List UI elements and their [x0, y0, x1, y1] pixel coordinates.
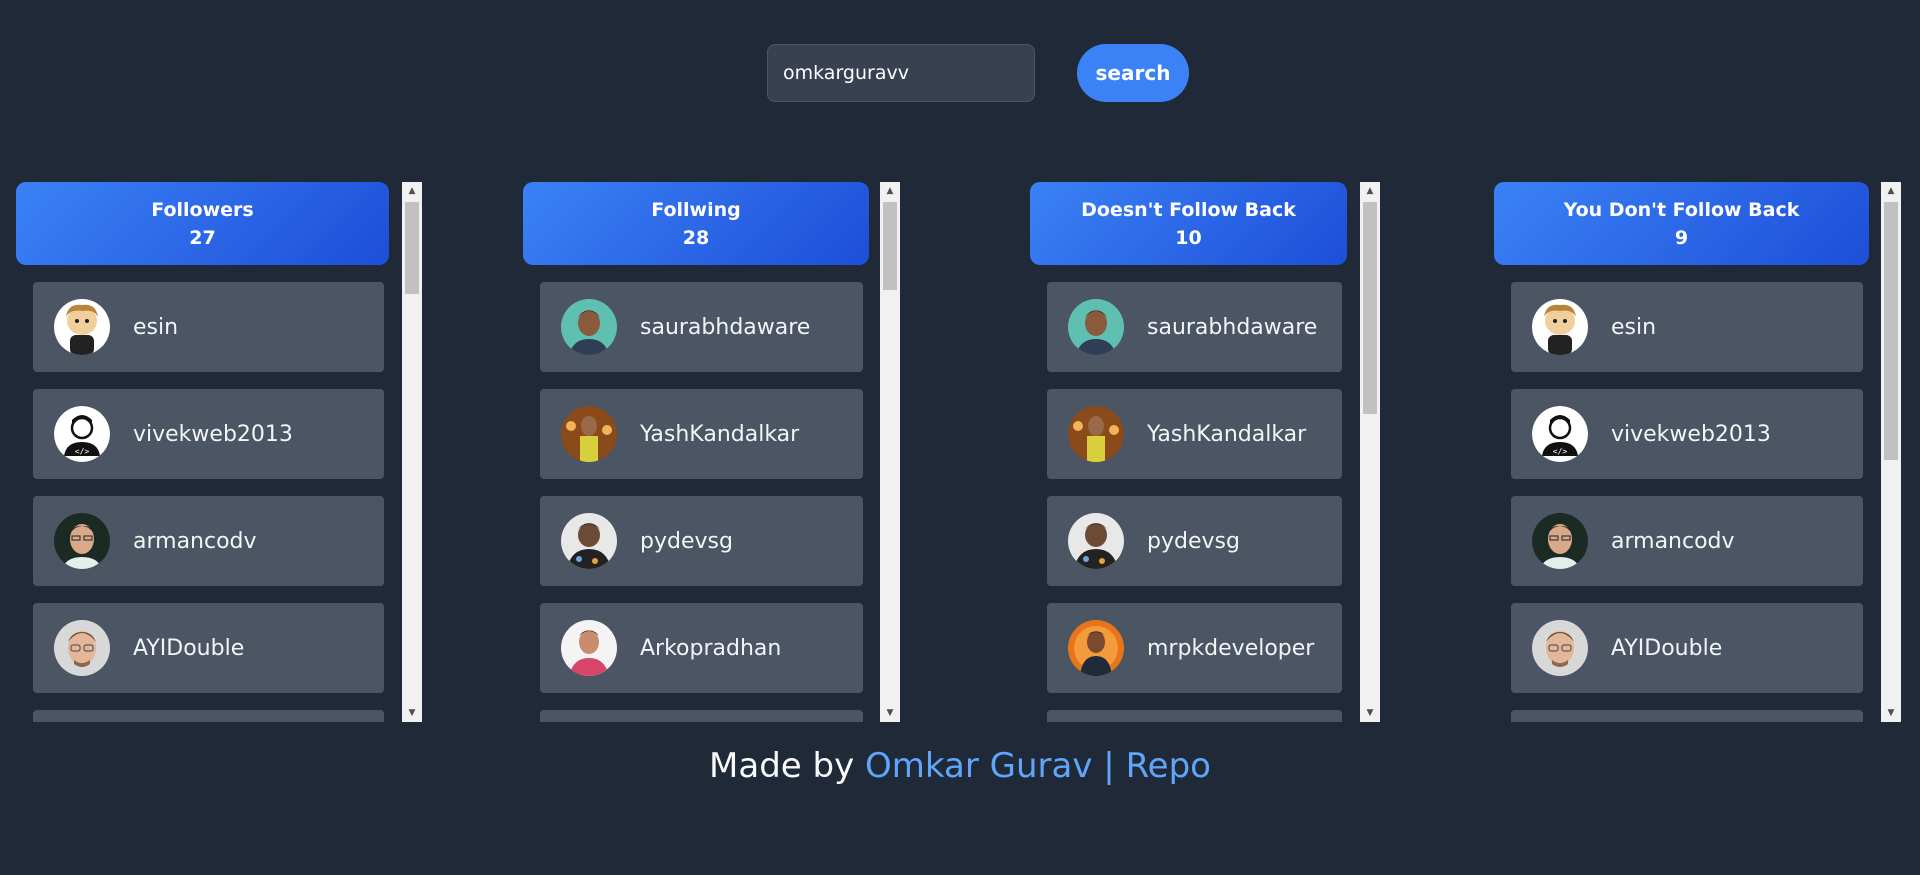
following-scrollbar[interactable]: ▲ ▼ [880, 182, 900, 722]
username: pydevsg [640, 528, 733, 554]
cartoon-avatar-icon [1532, 299, 1588, 355]
list-item[interactable]: YashKandalkar [540, 389, 863, 479]
list-item[interactable]: YashKandalkar [1047, 389, 1342, 479]
scroll-down-icon[interactable]: ▼ [402, 704, 422, 722]
search-input[interactable] [767, 44, 1035, 102]
username: armancodv [133, 528, 257, 554]
footer-prefix: Made by [709, 746, 855, 786]
list-item[interactable]: esin [1511, 282, 1863, 372]
scroll-up-icon[interactable]: ▲ [1881, 182, 1901, 200]
list-item[interactable]: AYIDouble [1511, 603, 1863, 693]
you-dont-follow-back-column: You Don't Follow Back 9 esin </> vivekwe… [1494, 182, 1904, 722]
cartoon-avatar-icon [54, 299, 110, 355]
followers-scrollbar[interactable]: ▲ ▼ [402, 182, 422, 722]
column-title: You Don't Follow Back [1563, 198, 1800, 221]
username: AYIDouble [133, 635, 245, 661]
photo-avatar-icon [1068, 299, 1124, 355]
scroll-down-icon[interactable]: ▼ [1881, 704, 1901, 722]
following-column: Follwing 28 saurabhdaware YashKandalkar … [523, 182, 901, 722]
list-item[interactable]: Arkopradhan [540, 603, 863, 693]
photo-avatar-icon [1532, 513, 1588, 569]
list-item[interactable]: armancodv [1511, 496, 1863, 586]
column-title: Doesn't Follow Back [1081, 198, 1296, 221]
photo-avatar-icon [1532, 620, 1588, 676]
developer-avatar-icon: </> [1532, 406, 1588, 462]
photo-avatar-icon [54, 513, 110, 569]
doesnt-follow-back-list[interactable]: saurabhdaware YashKandalkar pydevsg mrpk… [1030, 282, 1347, 722]
column-count: 10 [1175, 226, 1202, 249]
list-item[interactable] [540, 710, 863, 722]
scroll-down-icon[interactable]: ▼ [1360, 704, 1380, 722]
photo-avatar-icon [561, 299, 617, 355]
list-item[interactable]: </> vivekweb2013 [1511, 389, 1863, 479]
svg-text:</>: </> [1553, 447, 1568, 456]
developer-avatar-icon: </> [54, 406, 110, 462]
author-link[interactable]: Omkar Gurav [865, 746, 1092, 786]
photo-avatar-icon [561, 406, 617, 462]
username: YashKandalkar [1147, 421, 1307, 447]
photo-avatar-icon [1068, 620, 1124, 676]
username: YashKandalkar [640, 421, 800, 447]
list-item[interactable] [1511, 710, 1863, 722]
followers-list[interactable]: esin </> vivekweb2013 armancodv AYIDoubl… [16, 282, 389, 722]
footer-separator: | [1103, 746, 1115, 786]
photo-avatar-icon [1068, 513, 1124, 569]
username: saurabhdaware [1147, 314, 1318, 340]
scroll-down-icon[interactable]: ▼ [880, 704, 900, 722]
scroll-up-icon[interactable]: ▲ [1360, 182, 1380, 200]
list-item[interactable]: AYIDouble [33, 603, 384, 693]
photo-avatar-icon [54, 620, 110, 676]
followers-header: Followers 27 [16, 182, 389, 265]
you-dont-follow-back-list[interactable]: esin </> vivekweb2013 armancodv AYIDoubl… [1494, 282, 1869, 722]
username: vivekweb2013 [133, 421, 293, 447]
list-item[interactable]: pydevsg [1047, 496, 1342, 586]
scroll-thumb[interactable] [405, 202, 419, 294]
svg-text:</>: </> [75, 447, 90, 456]
username: saurabhdaware [640, 314, 811, 340]
column-count: 28 [682, 226, 710, 249]
column-title: Followers [151, 198, 254, 221]
list-item[interactable]: </> vivekweb2013 [33, 389, 384, 479]
following-header: Follwing 28 [523, 182, 869, 265]
following-list[interactable]: saurabhdaware YashKandalkar pydevsg Arko… [523, 282, 869, 722]
column-title: Follwing [651, 198, 741, 221]
repo-link[interactable]: Repo [1126, 746, 1211, 786]
you-dont-follow-back-scrollbar[interactable]: ▲ ▼ [1881, 182, 1901, 722]
scroll-up-icon[interactable]: ▲ [402, 182, 422, 200]
scroll-thumb[interactable] [1884, 202, 1898, 460]
list-item[interactable]: armancodv [33, 496, 384, 586]
doesnt-follow-back-scrollbar[interactable]: ▲ ▼ [1360, 182, 1380, 722]
column-count: 27 [189, 226, 216, 249]
search-button[interactable]: search [1077, 44, 1189, 102]
scroll-thumb[interactable] [883, 202, 897, 290]
list-item[interactable] [1047, 710, 1342, 722]
username: vivekweb2013 [1611, 421, 1771, 447]
list-item[interactable]: esin [33, 282, 384, 372]
username: AYIDouble [1611, 635, 1723, 661]
scroll-up-icon[interactable]: ▲ [880, 182, 900, 200]
list-item[interactable]: saurabhdaware [540, 282, 863, 372]
list-item[interactable]: mrpkdeveloper [1047, 603, 1342, 693]
scroll-thumb[interactable] [1363, 202, 1377, 414]
footer: Made by Omkar Gurav | Repo [0, 746, 1920, 786]
username: armancodv [1611, 528, 1735, 554]
username: pydevsg [1147, 528, 1240, 554]
username: esin [1611, 314, 1657, 340]
photo-avatar-icon [1068, 406, 1124, 462]
photo-avatar-icon [561, 513, 617, 569]
username: mrpkdeveloper [1147, 635, 1315, 661]
column-count: 9 [1674, 226, 1689, 249]
followers-column: Followers 27 esin </> vivekweb2013 arman… [16, 182, 423, 722]
you-dont-follow-back-header: You Don't Follow Back 9 [1494, 182, 1869, 265]
list-item[interactable] [33, 710, 384, 722]
list-item[interactable]: saurabhdaware [1047, 282, 1342, 372]
doesnt-follow-back-header: Doesn't Follow Back 10 [1030, 182, 1347, 265]
photo-avatar-icon [561, 620, 617, 676]
doesnt-follow-back-column: Doesn't Follow Back 10 saurabhdaware Yas… [1030, 182, 1380, 722]
username: Arkopradhan [640, 635, 782, 661]
list-item[interactable]: pydevsg [540, 496, 863, 586]
username: esin [133, 314, 179, 340]
